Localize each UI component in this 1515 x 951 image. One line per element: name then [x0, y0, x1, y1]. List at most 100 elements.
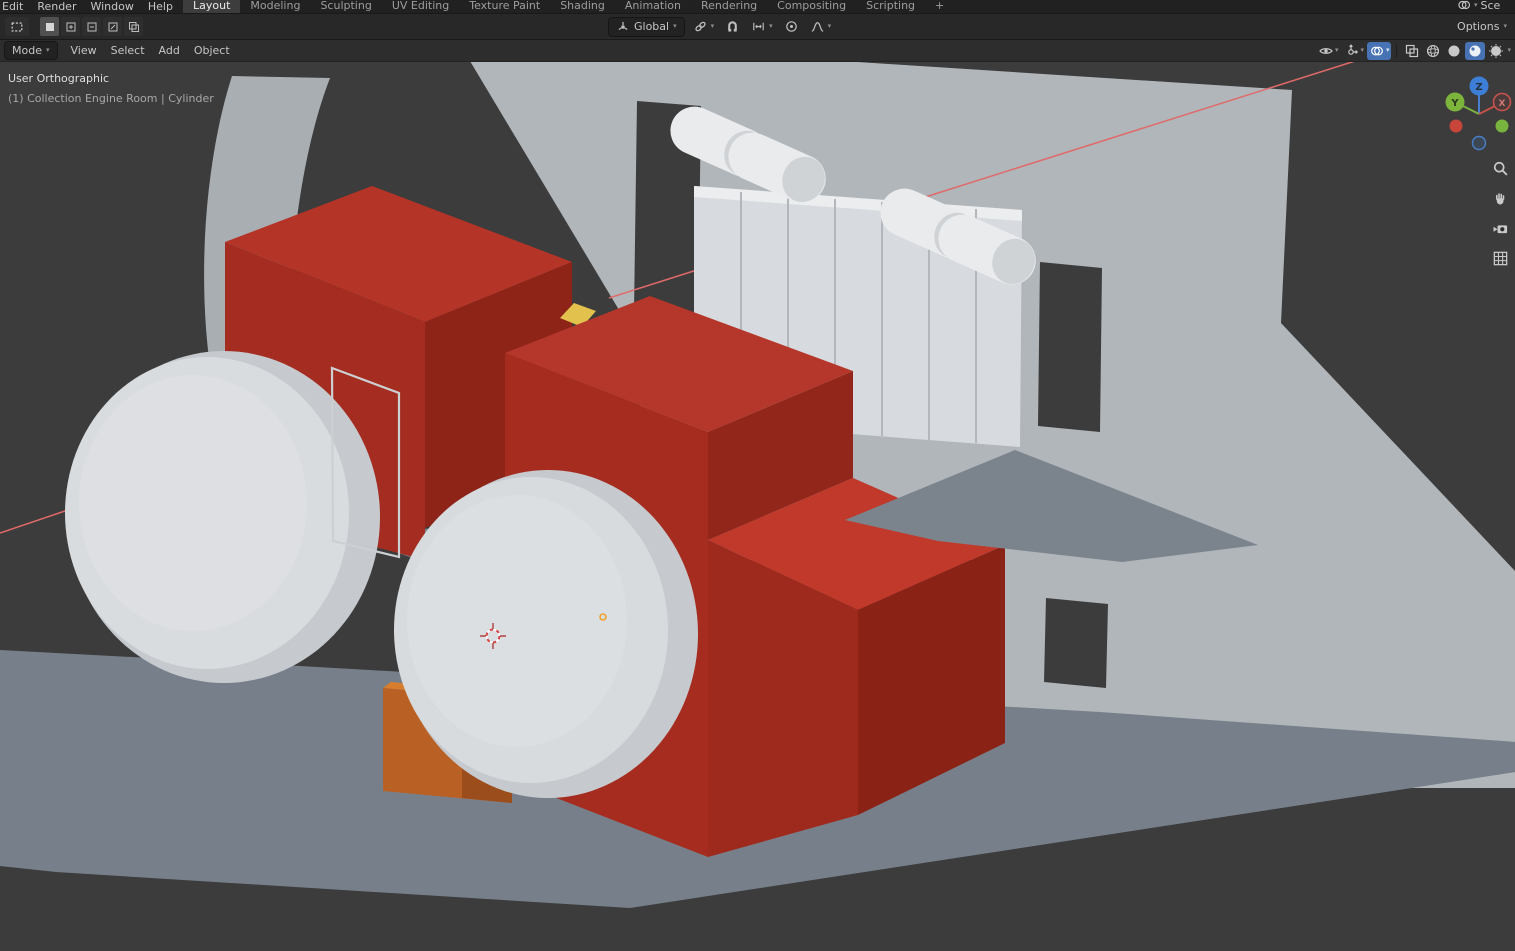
tool-options-dropdown[interactable]: Options ▾	[1457, 20, 1507, 33]
menu-add[interactable]: Add	[152, 44, 187, 57]
gizmo-axis-z-neg[interactable]	[1471, 135, 1487, 151]
scene-selector[interactable]: ▾ Sce	[1457, 0, 1515, 12]
menu-view[interactable]: View	[64, 44, 104, 57]
snap-settings-dropdown[interactable]: ▾	[748, 17, 776, 36]
shading-dropdown[interactable]: ▾	[1507, 47, 1511, 54]
hull-window-cutout[interactable]	[1044, 598, 1108, 688]
rendered-sphere-icon	[1489, 43, 1504, 58]
chevron-down-icon: ▾	[710, 22, 715, 30]
options-label: Options	[1457, 20, 1500, 33]
orientation-globe-icon	[618, 21, 628, 30]
select-mode-invert-button[interactable]	[103, 17, 122, 36]
chevron-down-icon: ▾	[1474, 0, 1478, 9]
toggle-grid-button[interactable]	[1488, 246, 1512, 271]
select-subtract-icon	[87, 22, 96, 31]
select-mode-intersect-button[interactable]	[124, 17, 143, 36]
collection-breadcrumb: (1) Collection Engine Room | Cylinder	[8, 92, 214, 105]
shading-solid-button[interactable]	[1444, 42, 1464, 60]
tab-animation[interactable]: Animation	[615, 0, 691, 13]
menu-select[interactable]: Select	[104, 44, 152, 57]
shading-material-button[interactable]	[1465, 41, 1486, 60]
viewport-nav-controls	[1488, 156, 1512, 271]
tool-settings-bar: Global ▾ ▾ ▾ ▾ Options ▾	[0, 13, 1515, 40]
tab-rendering[interactable]: Rendering	[691, 0, 767, 13]
separator	[1396, 43, 1398, 58]
proportional-falloff-dropdown[interactable]: ▾	[807, 17, 835, 36]
snap-target-dropdown[interactable]: ▾	[690, 17, 718, 36]
gizmo-axis-y-neg[interactable]	[1495, 119, 1509, 133]
chevron-down-icon: ▾	[1503, 22, 1507, 30]
viewport-menus: View Select Add Object	[64, 44, 237, 57]
tab-shading[interactable]: Shading	[550, 0, 615, 13]
select-mode-new-button[interactable]	[40, 17, 59, 36]
add-workspace-button[interactable]: +	[925, 0, 954, 13]
tab-scripting[interactable]: Scripting	[856, 0, 925, 13]
select-mode-subtract-button[interactable]	[82, 17, 101, 36]
active-tool-group	[5, 17, 143, 36]
magnifier-icon	[1493, 161, 1508, 176]
tab-layout[interactable]: Layout	[183, 0, 241, 13]
gizmo-icon	[1348, 43, 1359, 55]
snap-increments-icon	[753, 22, 764, 31]
object-visibility-dropdown[interactable]: ▾	[1316, 42, 1341, 60]
tab-compositing[interactable]: Compositing	[767, 0, 856, 13]
camera-icon	[1492, 225, 1507, 234]
chevron-down-icon: ▾	[827, 22, 832, 30]
tab-modeling[interactable]: Modeling	[240, 0, 310, 13]
solid-sphere-icon	[1448, 45, 1460, 56]
mode-label: Mode	[12, 44, 42, 57]
select-extend-icon	[66, 22, 75, 31]
chevron-down-icon: ▾	[1334, 46, 1339, 54]
zoom-button[interactable]	[1488, 156, 1512, 181]
overlays-icon	[1371, 46, 1383, 55]
camera-view-button[interactable]	[1488, 216, 1512, 241]
viewport-3d[interactable]: Z Y X	[0, 62, 1515, 951]
chevron-down-icon: ▾	[769, 22, 773, 30]
hull-window-cutout[interactable]	[1038, 262, 1102, 432]
view-name-overlay: User Orthographic	[8, 72, 110, 85]
scene-icon	[1458, 0, 1470, 10]
transform-snap-group: Global ▾ ▾ ▾ ▾	[608, 14, 834, 39]
menu-render[interactable]: Render	[30, 0, 83, 13]
chevron-down-icon: ▾	[1360, 46, 1364, 54]
select-mode-extend-button[interactable]	[61, 17, 80, 36]
link-icon	[694, 21, 706, 32]
mode-dropdown[interactable]: Mode ▾	[4, 41, 58, 60]
grid-icon	[1493, 251, 1507, 266]
tab-uv-editing[interactable]: UV Editing	[382, 0, 459, 13]
viewport-header-controls: ▾ ▾ ▾ ▾	[1316, 40, 1511, 61]
tab-texture-paint[interactable]: Texture Paint	[459, 0, 550, 13]
shading-wireframe-button[interactable]	[1423, 42, 1443, 60]
tab-sculpting[interactable]: Sculpting	[310, 0, 381, 13]
gizmos-dropdown[interactable]: ▾	[1341, 42, 1366, 60]
xray-icon	[1406, 44, 1419, 57]
overlays-dropdown[interactable]: ▾	[1366, 41, 1392, 60]
topbar-menus: Edit Render Window Help	[0, 0, 180, 13]
material-sphere-icon	[1469, 45, 1481, 56]
scene-name: Sce	[1480, 0, 1501, 12]
orientation-label: Global	[634, 20, 670, 33]
pan-button[interactable]	[1488, 186, 1512, 211]
box-select-icon	[11, 21, 23, 32]
workspace-tabs: Layout Modeling Sculpting UV Editing Tex…	[183, 0, 954, 13]
chevron-down-icon: ▾	[45, 46, 50, 54]
wireframe-sphere-icon	[1427, 44, 1440, 57]
menu-object[interactable]: Object	[187, 44, 237, 57]
viewport-header: Mode ▾ View Select Add Object ▾ ▾ ▾ ▾	[0, 40, 1515, 62]
menu-help[interactable]: Help	[141, 0, 180, 13]
shading-rendered-button[interactable]	[1486, 42, 1506, 60]
select-new-icon	[45, 22, 54, 31]
menu-edit[interactable]: Edit	[0, 0, 30, 13]
snap-toggle-button[interactable]	[722, 17, 743, 36]
eye-icon	[1319, 47, 1333, 54]
transform-orientation-dropdown[interactable]: Global ▾	[608, 16, 685, 37]
gizmo-x-label: X	[1499, 99, 1506, 109]
toggle-xray-button[interactable]	[1402, 42, 1422, 60]
box-select-tool-button[interactable]	[5, 17, 29, 36]
proportional-editing-toggle[interactable]	[781, 17, 802, 36]
gizmo-axis-x[interactable]	[1449, 119, 1463, 133]
menu-window[interactable]: Window	[83, 0, 140, 13]
hand-icon	[1495, 193, 1504, 205]
gizmo-z-label: Z	[1475, 82, 1482, 93]
proportional-editing-icon	[785, 21, 797, 32]
